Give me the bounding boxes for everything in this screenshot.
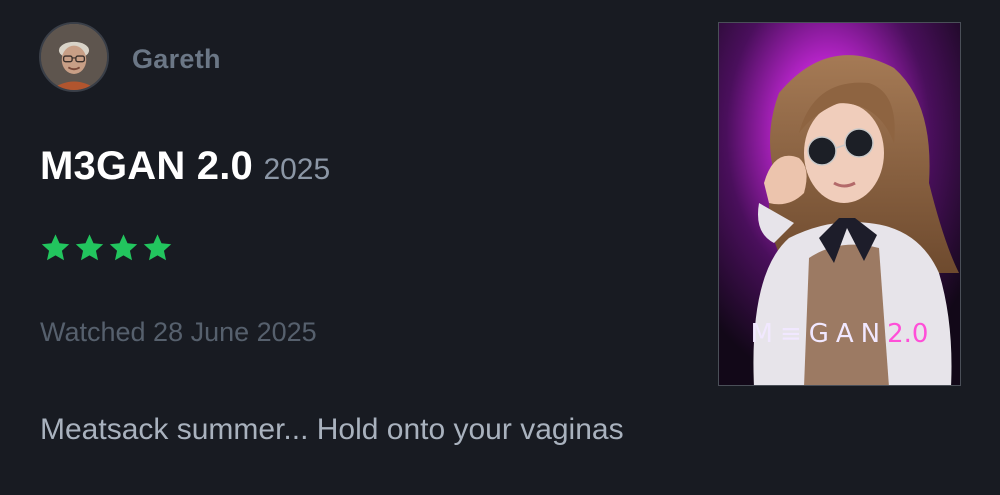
film-heading: M3GAN 2.0 2025: [40, 144, 330, 189]
avatar-portrait: [41, 24, 107, 90]
star-icon: [75, 234, 104, 261]
star-icon: [109, 234, 138, 261]
username[interactable]: Gareth: [132, 44, 221, 75]
avatar[interactable]: [39, 22, 109, 92]
poster-title-version: 2.0: [887, 319, 929, 349]
film-year[interactable]: 2025: [263, 153, 330, 186]
film-poster[interactable]: M≡GAN2.0: [718, 22, 961, 386]
poster-title-main: M≡GAN: [750, 319, 888, 349]
watched-date: Watched 28 June 2025: [40, 317, 317, 347]
star-icon: [41, 234, 70, 261]
review-text: Meatsack summer... Hold onto your vagina…: [40, 413, 624, 446]
film-title[interactable]: M3GAN 2.0: [40, 144, 253, 188]
review-card: Gareth M3GAN 2.0 2025 Watched 28 June 20…: [0, 0, 1000, 495]
poster-title: M≡GAN2.0: [719, 319, 960, 349]
star-icon: [143, 234, 172, 261]
star-rating: [40, 232, 173, 263]
